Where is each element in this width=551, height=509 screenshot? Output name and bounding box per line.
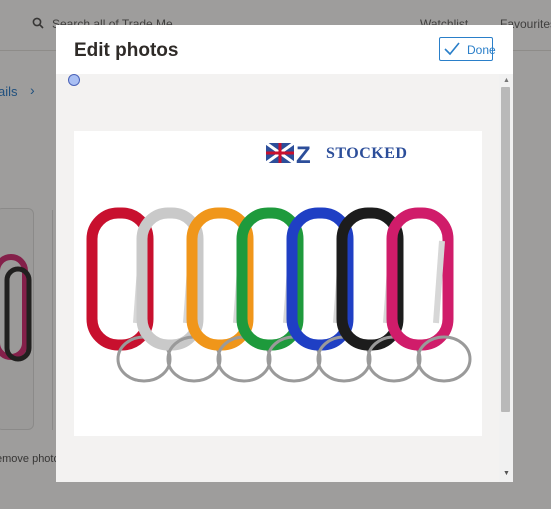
photo-editor-canvas[interactable]: Z STOCKED bbox=[56, 74, 499, 482]
carabiners-image bbox=[86, 207, 472, 383]
done-button[interactable]: Done bbox=[439, 37, 496, 61]
scrollbar-thumb[interactable] bbox=[501, 87, 510, 412]
product-photo: Z STOCKED bbox=[74, 131, 482, 436]
carabiner-3 bbox=[186, 207, 272, 383]
scroll-up-arrow-icon[interactable]: ▲ bbox=[503, 77, 510, 84]
carabiner-5 bbox=[286, 207, 372, 383]
checkmark-icon bbox=[444, 42, 460, 56]
carabiner-7 bbox=[386, 207, 472, 383]
crop-handle[interactable] bbox=[68, 74, 80, 86]
dialog-title: Edit photos bbox=[74, 40, 179, 61]
carabiner-2 bbox=[136, 207, 222, 383]
carabiner-4 bbox=[236, 207, 322, 383]
done-label: Done bbox=[467, 43, 496, 57]
vertical-scrollbar[interactable]: ▲ ▼ bbox=[499, 74, 513, 482]
scroll-down-arrow-icon[interactable]: ▼ bbox=[503, 470, 510, 477]
carabiner-1 bbox=[86, 207, 172, 383]
edit-photos-dialog: Edit photos Done Z STOCKED ▲ ▼ bbox=[56, 25, 513, 482]
carabiner-6 bbox=[336, 207, 422, 383]
